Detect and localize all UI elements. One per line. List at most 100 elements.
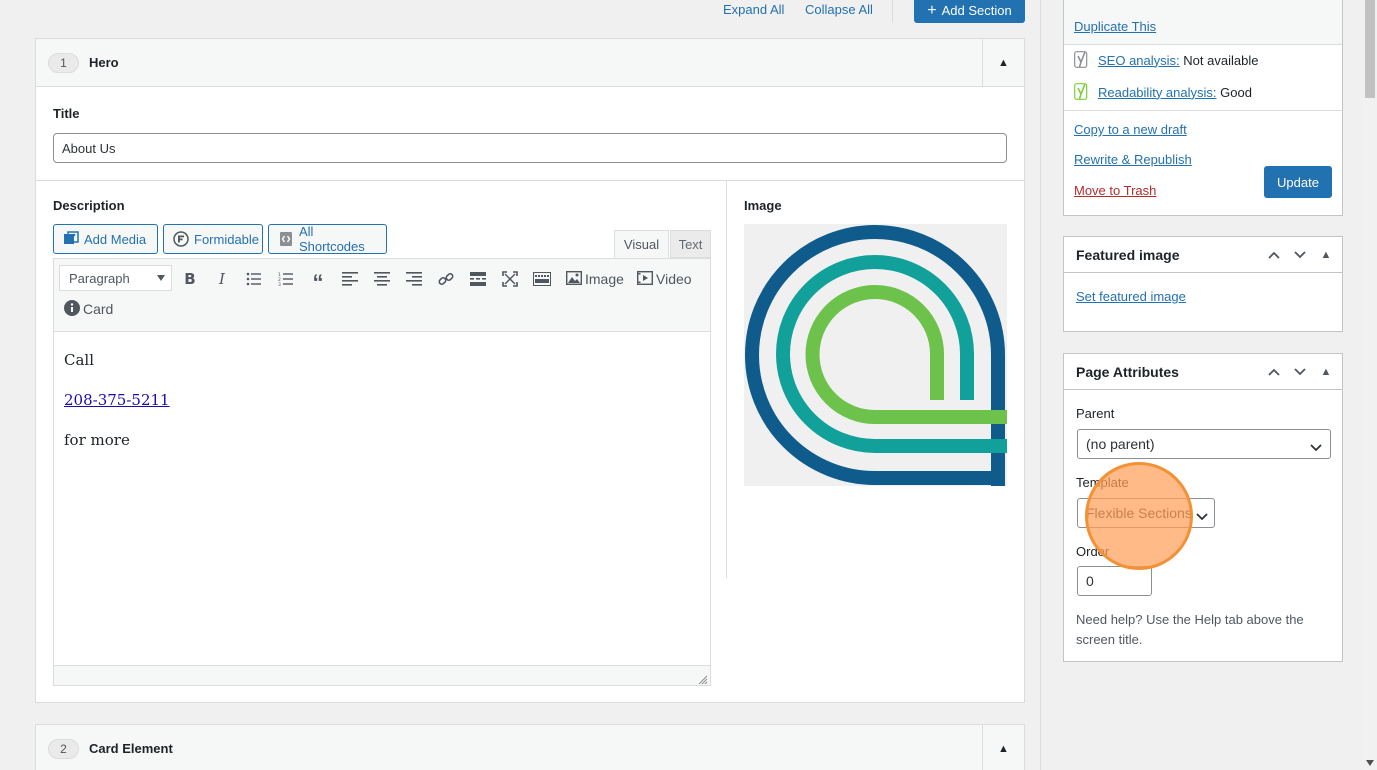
insert-video-button[interactable]: Video (636, 268, 692, 290)
move-up-icon[interactable] (1264, 245, 1284, 265)
divider (36, 180, 1024, 181)
editor-statusbar (54, 665, 710, 685)
tab-text[interactable]: Text (670, 230, 711, 258)
collapse-all-link[interactable]: Collapse All (805, 2, 873, 17)
move-down-icon[interactable] (1290, 245, 1310, 265)
seo-analysis-link[interactable]: SEO analysis: (1098, 53, 1180, 68)
formidable-button[interactable]: Formidable (163, 224, 263, 254)
phone-link[interactable]: 208-375-5211 (64, 391, 170, 409)
formidable-icon (173, 231, 189, 247)
collapse-toggle-icon[interactable]: ▲ (982, 725, 1024, 770)
media-icon (63, 231, 79, 247)
parent-label: Parent (1076, 406, 1115, 421)
yoast-readability-icon (1074, 83, 1090, 101)
all-shortcodes-button[interactable]: All Shortcodes (268, 224, 387, 254)
duplicate-this-link[interactable]: Duplicate This (1074, 19, 1156, 34)
box-title: Featured image (1076, 246, 1180, 263)
add-section-button[interactable]: + Add Section (914, 0, 1025, 23)
update-button[interactable]: Update (1264, 166, 1332, 198)
content-paragraph: Call (64, 351, 95, 369)
rewrite-republish-link[interactable]: Rewrite & Republish (1074, 152, 1192, 167)
caret-down-icon (157, 275, 165, 281)
expand-all-link[interactable]: Expand All (723, 2, 784, 17)
tab-visual[interactable]: Visual (614, 230, 669, 258)
scrollbar-thumb[interactable] (1365, 0, 1375, 98)
seo-status: Not available (1183, 52, 1259, 68)
format-select[interactable]: Paragraph (59, 265, 172, 291)
set-featured-image-link[interactable]: Set featured image (1076, 289, 1186, 304)
blockquote-icon[interactable]: “ (306, 268, 330, 295)
section-number-badge: 2 (48, 738, 79, 759)
box-header: Featured image ▲ (1064, 237, 1342, 273)
scroll-down-arrow-icon[interactable] (1366, 760, 1374, 766)
featured-image-box: Featured image ▲ Set featured image (1063, 236, 1343, 332)
collapse-toggle-icon[interactable]: ▲ (1316, 362, 1336, 382)
title-input[interactable] (53, 133, 1007, 163)
resize-handle-icon[interactable] (698, 673, 708, 685)
content-paragraph: for more (64, 431, 130, 449)
toolbar-toggle-icon[interactable] (530, 268, 554, 290)
description-label: Description (53, 198, 125, 213)
bullet-list-icon[interactable] (242, 268, 266, 290)
insert-image-button[interactable]: Image (565, 268, 624, 290)
page-scrollbar[interactable] (1363, 0, 1377, 770)
readability-status: Good (1220, 84, 1252, 100)
collapse-toggle-icon[interactable]: ▲ (1316, 245, 1336, 265)
publish-box: Duplicate This SEO analysis: Not availab… (1063, 0, 1343, 216)
collapse-toggle-icon[interactable]: ▲ (982, 39, 1024, 87)
divider (726, 180, 727, 578)
section-number-badge: 1 (48, 52, 79, 73)
add-media-button[interactable]: Add Media (53, 224, 158, 254)
video-icon (636, 270, 654, 288)
readability-analysis-link[interactable]: Readability analysis: (1098, 85, 1217, 100)
parent-select[interactable]: (no parent) (1077, 429, 1331, 459)
template-label: Template (1076, 475, 1129, 490)
section-header[interactable]: 2 Card Element ▲ (36, 725, 1024, 770)
copy-to-draft-link[interactable]: Copy to a new draft (1074, 122, 1187, 137)
company-logo-image (744, 224, 1007, 486)
section-title: Hero (89, 55, 119, 70)
section-header[interactable]: 1 Hero ▲ (36, 39, 1024, 87)
italic-icon[interactable]: I (210, 268, 234, 290)
order-label: Order (1076, 544, 1110, 559)
editor-content-area[interactable]: Call 208-375-5211 for more (54, 333, 710, 667)
sidebar: Duplicate This SEO analysis: Not availab… (1040, 0, 1363, 770)
chevron-down-icon (1310, 439, 1322, 455)
plus-icon: + (927, 1, 937, 19)
help-text: Need help? Use the Help tab above the sc… (1076, 612, 1304, 647)
read-more-icon[interactable] (466, 268, 490, 290)
align-center-icon[interactable] (370, 268, 394, 290)
svg-text:3: 3 (278, 282, 281, 286)
align-left-icon[interactable] (338, 268, 362, 290)
section-card-element: 2 Card Element ▲ (35, 724, 1025, 770)
section-controls: Expand All Collapse All + Add Section (0, 0, 1040, 30)
numbered-list-icon[interactable]: 123 (274, 268, 298, 290)
seo-analysis: SEO analysis: Not available (1074, 51, 1258, 72)
fullscreen-icon[interactable] (498, 268, 522, 290)
box-title: Page Attributes (1076, 363, 1179, 380)
move-to-trash-link[interactable]: Move to Trash (1074, 183, 1156, 198)
content-editor: Paragraph B I 123 “ Image Video Card Cal… (53, 258, 711, 686)
order-input[interactable] (1077, 566, 1152, 596)
image-icon (565, 270, 583, 288)
readability-analysis: Readability analysis: Good (1074, 83, 1252, 104)
section-hero: 1 Hero ▲ Title Description Image Add Med… (35, 38, 1025, 703)
move-down-icon[interactable] (1290, 362, 1310, 382)
shortcode-icon (278, 231, 294, 247)
page-attributes-box: Page Attributes ▲ Parent (no parent) Tem… (1063, 353, 1343, 662)
template-select[interactable]: Flexible Sections (1077, 498, 1215, 528)
info-icon (64, 299, 80, 319)
chevron-down-icon (1196, 508, 1208, 524)
divider (892, 0, 893, 22)
image-label: Image (744, 198, 782, 213)
section-title: Card Element (89, 741, 173, 756)
align-right-icon[interactable] (402, 268, 426, 290)
insert-card-button[interactable]: Card (64, 298, 113, 320)
move-up-icon[interactable] (1264, 362, 1284, 382)
title-label: Title (53, 106, 80, 121)
box-header: Page Attributes ▲ (1064, 354, 1342, 390)
link-icon[interactable] (434, 268, 458, 290)
editor-toolbar: Paragraph B I 123 “ Image Video Card (54, 259, 710, 332)
hero-image-preview[interactable] (744, 224, 1007, 486)
bold-icon[interactable]: B (178, 268, 202, 290)
